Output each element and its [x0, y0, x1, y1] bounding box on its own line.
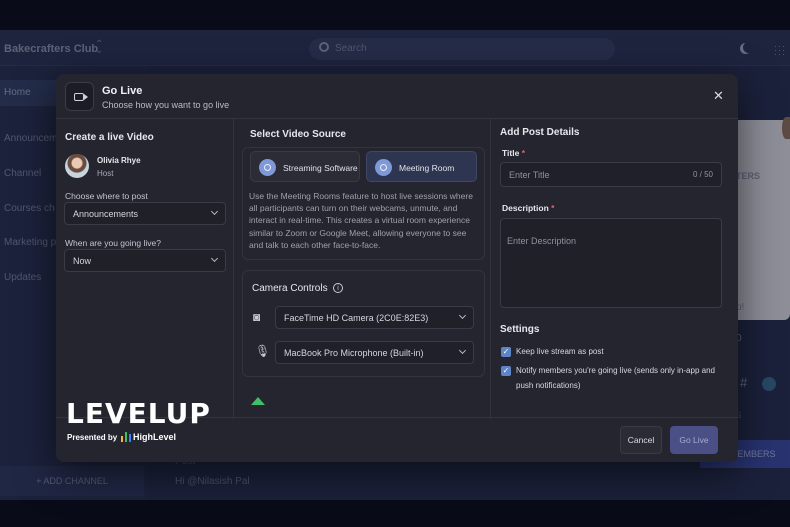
when-label: When are you going live?	[65, 238, 161, 248]
description-label: Description *	[502, 203, 555, 213]
column-divider	[233, 119, 234, 419]
microphone-icon: 🎙	[255, 344, 271, 358]
meeting-label: Meeting Room	[399, 163, 455, 173]
title-input[interactable]: Enter Title 0 / 50	[500, 162, 722, 187]
presented-by-text: Presented by	[67, 433, 118, 442]
camera-value: FaceTime HD Camera (2C0E:82E3)	[284, 313, 429, 323]
keep-post-label: Keep live stream as post	[516, 347, 604, 356]
source-description: Use the Meeting Rooms feature to host li…	[249, 191, 473, 250]
column-divider	[490, 119, 491, 419]
title-label: Title *	[502, 148, 526, 158]
go-live-button[interactable]: Go Live	[670, 426, 718, 454]
microphone-value: MacBook Pro Microphone (Built-in)	[284, 348, 424, 358]
where-label: Choose where to post	[65, 191, 148, 201]
chevron-down-icon	[458, 346, 467, 355]
title-char-count: 0 / 50	[692, 170, 713, 179]
description-placeholder: Enter Description	[507, 236, 577, 246]
modal-title: Go Live	[102, 85, 143, 97]
camera-controls-heading: Camera Controls	[252, 283, 328, 294]
notify-members-checkbox[interactable]: ✓	[501, 366, 511, 376]
chevron-down-icon	[458, 311, 467, 320]
description-input[interactable]: Enter Description	[500, 218, 722, 308]
highlevel-logo-icon	[121, 432, 131, 442]
notify-members-label: Notify members you're going live (sends …	[516, 366, 715, 390]
meeting-room-option[interactable]: Meeting Room	[366, 151, 477, 182]
streaming-label: Streaming Software	[283, 163, 358, 173]
avatar	[65, 154, 89, 178]
camera-icon: ◙	[253, 310, 261, 324]
keep-post-checkbox[interactable]: ✓	[501, 347, 511, 357]
camera-select[interactable]: FaceTime HD Camera (2C0E:82E3)	[275, 306, 474, 329]
video-source-heading: Select Video Source	[250, 129, 346, 140]
modal-subtitle: Choose how you want to go live	[102, 100, 230, 110]
streaming-software-option[interactable]: Streaming Software	[250, 151, 360, 182]
chevron-down-icon	[210, 254, 219, 263]
host-name: Olivia Rhye	[97, 156, 141, 165]
streaming-icon	[259, 159, 276, 176]
where-value: Announcements	[73, 209, 139, 219]
when-value: Now	[73, 256, 92, 266]
title-placeholder: Enter Title	[509, 170, 550, 180]
post-details-heading: Add Post Details	[500, 127, 580, 138]
when-select[interactable]: Now	[64, 249, 226, 272]
info-icon[interactable]: i	[333, 283, 343, 293]
create-live-heading: Create a live Video	[65, 132, 154, 143]
chevron-down-icon	[210, 207, 219, 216]
modal-header: Go Live Choose how you want to go live ✕	[56, 74, 738, 119]
where-select[interactable]: Announcements	[64, 202, 226, 225]
levelup-logo: LEVELUP	[66, 397, 211, 430]
meeting-room-icon	[375, 159, 392, 176]
microphone-select[interactable]: MacBook Pro Microphone (Built-in)	[275, 341, 474, 364]
close-icon[interactable]: ✕	[713, 88, 724, 104]
cancel-button[interactable]: Cancel	[620, 426, 662, 454]
settings-heading: Settings	[500, 324, 540, 335]
host-role: Host	[97, 169, 114, 178]
highlevel-name: HighLevel	[133, 432, 177, 442]
up-arrow-icon	[251, 397, 265, 405]
video-camera-icon	[65, 82, 94, 111]
